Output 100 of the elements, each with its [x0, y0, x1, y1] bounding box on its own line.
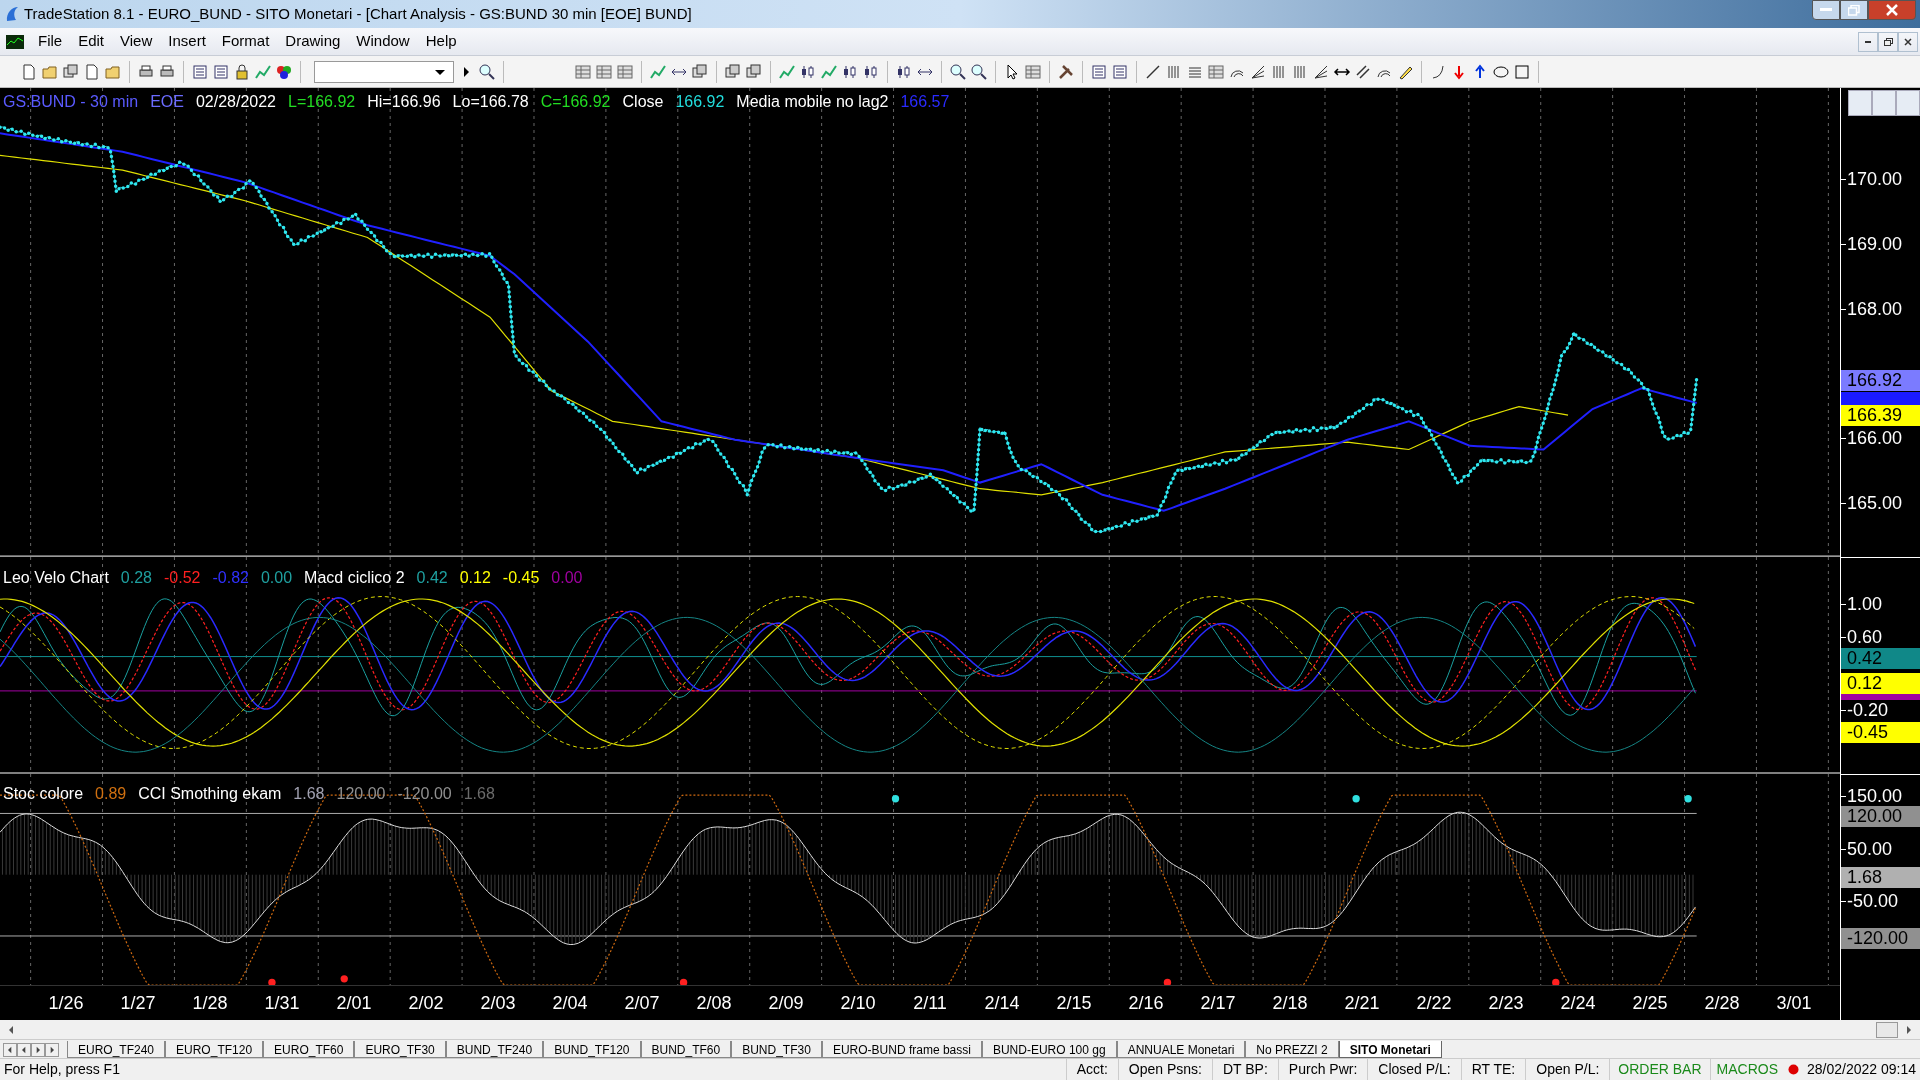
sheet-tab[interactable]: BUND_TF60 — [640, 1041, 732, 1058]
document-icon[interactable] — [83, 62, 101, 81]
parallel-lines-icon[interactable] — [1354, 62, 1372, 81]
next-tab-icon[interactable] — [31, 1043, 45, 1057]
windows-icon[interactable] — [62, 62, 80, 81]
date-label: 1/28 — [191, 991, 229, 1015]
sheet-tab[interactable]: EURO-BUND frame bassi — [821, 1041, 982, 1058]
windows-icon[interactable] — [691, 62, 709, 81]
previous-tab-icon[interactable] — [17, 1043, 31, 1057]
date-label: 2/09 — [767, 991, 805, 1015]
chart-window-icon[interactable] — [745, 62, 763, 81]
legend-value: CCI Smothing ekam — [138, 784, 282, 804]
legend-value: 1.68 — [463, 784, 495, 804]
window-list-icon[interactable] — [1090, 62, 1108, 81]
grid-icon[interactable] — [595, 62, 613, 81]
date-label: 2/03 — [479, 991, 517, 1015]
legend-value: 0.42 — [416, 568, 448, 588]
first-tab-icon[interactable] — [3, 1043, 17, 1057]
axis-label: 168.00 — [1847, 299, 1903, 318]
axis-label: 165.00 — [1847, 494, 1903, 513]
legend-value: -120.00 — [397, 784, 452, 804]
table-icon[interactable] — [616, 62, 634, 81]
legend-value: 0.12 — [459, 568, 491, 588]
date-label: 2/01 — [335, 991, 373, 1015]
axis-label: -50.00 — [1847, 892, 1899, 911]
menu-item[interactable]: Help — [417, 30, 465, 53]
sheet-tab[interactable]: EURO_TF30 — [354, 1041, 446, 1058]
grid-icon[interactable] — [574, 62, 592, 81]
status-field: Closed P/L: — [1367, 1059, 1461, 1080]
date-label: 2/02 — [407, 991, 445, 1015]
chart-window-icon[interactable] — [724, 62, 742, 81]
axis-label: 166.00 — [1847, 429, 1903, 448]
minimize-icon — [1820, 8, 1832, 12]
restore-icon — [1848, 4, 1860, 16]
signal-dot — [340, 975, 348, 983]
sheet-tab[interactable]: ANNUALE Monetari — [1116, 1041, 1246, 1058]
menu-item[interactable]: Insert — [160, 30, 214, 53]
sheet-tab[interactable]: No PREZZI 2 — [1245, 1041, 1339, 1058]
status-help-text: For Help, press F1 — [3, 1060, 121, 1079]
status-field: DT BP: — [1211, 1059, 1278, 1080]
zoom-in-icon[interactable] — [949, 62, 967, 81]
sheet-tab[interactable]: SITO Monetari — [1338, 1041, 1442, 1058]
sheet-tab[interactable]: EURO_TF240 — [67, 1041, 166, 1058]
legend-value: 1.68 — [293, 784, 325, 804]
list-window-icon[interactable] — [191, 62, 209, 81]
mdi-minimize-button[interactable] — [1858, 31, 1878, 52]
legend-value: Macd ciclico 2 — [304, 568, 405, 588]
window-title: TradeStation 8.1 - EURO_BUND - SITO Monetari - [Chart Analysis - GS:BUND 30 min [EOE] BUND] — [24, 3, 693, 24]
sheet-tab[interactable]: BUND_TF30 — [731, 1041, 822, 1058]
sheet-tab[interactable]: EURO_TF120 — [165, 1041, 264, 1058]
order-bar-status[interactable]: ORDER BAR — [1609, 1059, 1710, 1080]
mdi-restore-button[interactable] — [1878, 31, 1898, 52]
restore-icon — [1883, 37, 1893, 46]
date-label: 1/31 — [263, 991, 301, 1015]
status-field: Purch Pwr: — [1277, 1059, 1368, 1080]
zoom-out-icon[interactable] — [970, 62, 988, 81]
restore-button[interactable] — [1840, 0, 1868, 20]
menu-item[interactable]: File — [30, 30, 71, 53]
menu-item[interactable]: Format — [213, 30, 278, 53]
menu-item[interactable]: Edit — [70, 30, 113, 53]
chart-title: Stoc colore — [3, 784, 84, 804]
sheet-tab[interactable]: BUND-EURO 100 gg — [981, 1041, 1117, 1058]
price-label: -120.00 — [1841, 927, 1920, 949]
lock-icon[interactable] — [233, 62, 251, 81]
date-label: 2/23 — [1487, 991, 1525, 1015]
tools-icon[interactable] — [1057, 62, 1075, 81]
legend-value: 0.00 — [551, 568, 583, 588]
status-field: Open Psns: — [1117, 1059, 1212, 1080]
legend-value: Lo=166.78 — [452, 92, 529, 112]
date-label: 2/25 — [1631, 991, 1669, 1015]
scrollbar-thumb[interactable] — [1876, 1021, 1898, 1038]
legend-value: -0.45 — [502, 568, 540, 588]
last-tab-icon[interactable] — [45, 1043, 59, 1057]
sheet-tab[interactable]: BUND_TF120 — [543, 1041, 641, 1058]
date-label: 2/21 — [1343, 991, 1381, 1015]
menu-item[interactable]: Window — [348, 30, 418, 53]
chart-title: Leo Velo Chart — [3, 568, 109, 588]
search-icon[interactable] — [478, 62, 496, 81]
status-field: Open P/L: — [1525, 1059, 1610, 1080]
new-document-icon[interactable] — [20, 62, 38, 81]
date-label: 2/16 — [1127, 991, 1165, 1015]
list-window-icon[interactable] — [212, 62, 230, 81]
legend-value: 120.00 — [336, 784, 386, 804]
mdi-close-button[interactable] — [1898, 31, 1918, 52]
macros-status[interactable]: MACROS — [1709, 1059, 1784, 1080]
legend-value: EOE — [150, 92, 184, 112]
date-label: 2/15 — [1055, 991, 1093, 1015]
close-button[interactable] — [1868, 0, 1916, 20]
rectangle-icon[interactable] — [1513, 62, 1531, 81]
trendline-icon[interactable] — [1144, 62, 1162, 81]
menu-item[interactable]: View — [112, 30, 161, 53]
axis-label: -0.20 — [1847, 701, 1889, 720]
date-label: 2/14 — [983, 991, 1021, 1015]
sheet-tab[interactable]: BUND_TF240 — [445, 1041, 544, 1058]
legend-value: 0.00 — [260, 568, 293, 588]
sheet-tab[interactable]: EURO_TF60 — [263, 1041, 355, 1058]
date-label: 2/18 — [1271, 991, 1309, 1015]
minimize-button[interactable] — [1812, 0, 1840, 20]
close-icon — [1904, 37, 1912, 46]
menu-item[interactable]: Drawing — [277, 30, 349, 53]
